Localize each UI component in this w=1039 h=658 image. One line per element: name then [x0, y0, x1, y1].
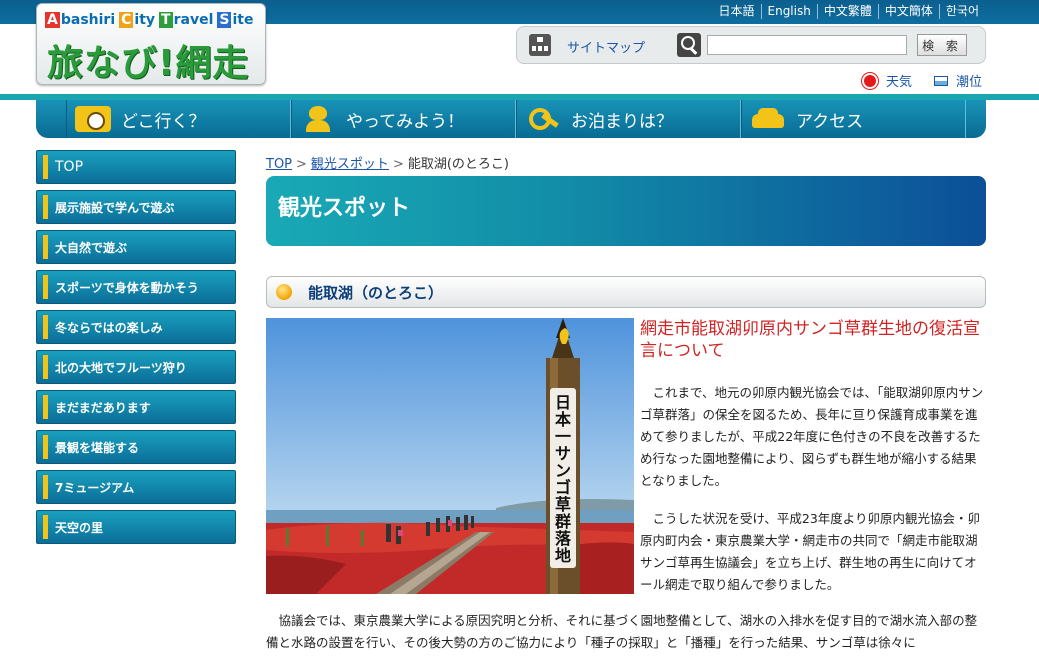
- logo-subtitle-word: bashiri: [60, 12, 116, 28]
- tide-link[interactable]: 潮位: [934, 71, 982, 90]
- lang-korean[interactable]: 한국어: [938, 4, 985, 19]
- gnav-label: やってみよう！: [346, 111, 465, 132]
- article-paragraph-2: こうした状況を受け、平成23年度より卯原内観光協会・卯原内町内会・東京農業大学・…: [640, 511, 981, 592]
- breadcrumb-separator: >: [296, 157, 307, 172]
- logo-subtitle-cap: S: [217, 12, 232, 28]
- page-title: 観光スポット: [278, 196, 411, 221]
- gnav-label: お泊まりは？: [571, 111, 673, 132]
- logo-subtitle: Abashiri City Travel Site: [45, 12, 257, 28]
- sidebar-item-top[interactable]: TOP: [36, 150, 236, 184]
- gnav-label: アクセス: [796, 111, 864, 132]
- site-logo[interactable]: Abashiri City Travel Site 旅なび!網走: [36, 3, 266, 85]
- search-panel: サイトマップ 検 索: [516, 26, 986, 64]
- sitemap-link[interactable]: サイトマップ: [567, 37, 645, 56]
- lang-japanese[interactable]: 日本語: [712, 4, 760, 19]
- orb-icon: [276, 284, 292, 300]
- sidebar-item-fruit-picking[interactable]: 北の大地でフルーツ狩り: [36, 350, 236, 384]
- wave-icon: [934, 75, 948, 86]
- logo-subtitle-word: ity: [134, 12, 156, 28]
- lang-traditional-chinese[interactable]: 中文繁體: [816, 4, 878, 19]
- sidebar-item-sports[interactable]: スポーツで身体を動かそう: [36, 270, 236, 304]
- sidebar-item-exhibits[interactable]: 展示施設で学んで遊ぶ: [36, 190, 236, 224]
- gnav-label: どこ行く？: [121, 111, 206, 132]
- key-icon: [525, 106, 561, 132]
- search-button[interactable]: 検 索: [917, 34, 967, 56]
- article-paragraph-1: これまで、地元の卯原内観光協会では、「能取湖卯原内サンゴ草群落」の保全を図るため…: [640, 385, 984, 488]
- breadcrumb: TOP > 観光スポット > 能取湖(のとろこ): [266, 153, 509, 172]
- sidebar: TOP 展示施設で学んで遊ぶ 大自然で遊ぶ スポーツで身体を動かそう 冬ならでは…: [36, 150, 236, 550]
- gnav-where-to-go[interactable]: どこ行く？: [66, 100, 291, 138]
- lake-photo-illustration: [266, 318, 634, 594]
- gnav-stay[interactable]: お泊まりは？: [516, 100, 741, 138]
- language-bar: 日本語 English 中文繁體 中文簡体 한국어: [712, 4, 985, 19]
- logo-subtitle-cap: T: [159, 12, 173, 28]
- section-title: 能取湖（のとろこ）: [308, 283, 444, 302]
- logo-subtitle-word: ite: [232, 12, 254, 28]
- page-title-banner: 観光スポット: [266, 176, 986, 246]
- lang-simplified-chinese[interactable]: 中文簡体: [877, 4, 939, 19]
- logo-subtitle-cap: A: [45, 12, 60, 28]
- logo-subtitle-cap: C: [119, 12, 134, 28]
- sidebar-item-7-museums[interactable]: 7ミュージアム: [36, 470, 236, 504]
- article-paragraph-3: 協議会では、東京農業大学による原因究明と分析、それに基づく園地整備として、湖水の…: [266, 613, 978, 650]
- sidebar-item-more[interactable]: まだまだあります: [36, 390, 236, 424]
- sidebar-item-winter[interactable]: 冬ならではの楽しみ: [36, 310, 236, 344]
- person-icon: [300, 106, 336, 132]
- sidebar-item-scenery[interactable]: 景観を堪能する: [36, 430, 236, 464]
- logo-main-text: 旅なび!網走: [47, 43, 250, 84]
- search-icon: [677, 33, 701, 57]
- breadcrumb-spots[interactable]: 観光スポット: [311, 157, 389, 172]
- weather-link[interactable]: 天気: [864, 71, 912, 90]
- breadcrumb-separator: >: [392, 157, 404, 172]
- global-nav: どこ行く？ やってみよう！ お泊まりは？ アクセス: [36, 100, 986, 138]
- breadcrumb-current: 能取湖(のとろこ): [407, 157, 509, 172]
- gnav-access[interactable]: アクセス: [741, 100, 966, 138]
- sun-icon: [864, 74, 876, 87]
- breadcrumb-top[interactable]: TOP: [266, 157, 292, 172]
- sidebar-item-tenku-no-sato[interactable]: 天空の里: [36, 510, 236, 544]
- weather-label: 天気: [886, 75, 913, 90]
- car-icon: [750, 106, 786, 132]
- logo-subtitle-word: ravel: [173, 12, 214, 28]
- tide-label: 潮位: [956, 75, 983, 90]
- search-input[interactable]: [707, 35, 907, 55]
- signpost-text: 日本一サンゴ草群落地: [554, 393, 571, 565]
- lang-english[interactable]: English: [760, 4, 817, 19]
- section-header: 能取湖（のとろこ）: [266, 276, 986, 308]
- camera-icon: [75, 106, 111, 132]
- gnav-activities[interactable]: やってみよう！: [291, 100, 516, 138]
- sitemap-icon[interactable]: [529, 34, 551, 56]
- sidebar-item-nature[interactable]: 大自然で遊ぶ: [36, 230, 236, 264]
- article-heading: 網走市能取湖卯原内サンゴ草群生地の復活宣言について: [640, 319, 980, 361]
- lake-photo: 日本一サンゴ草群落地: [266, 318, 634, 594]
